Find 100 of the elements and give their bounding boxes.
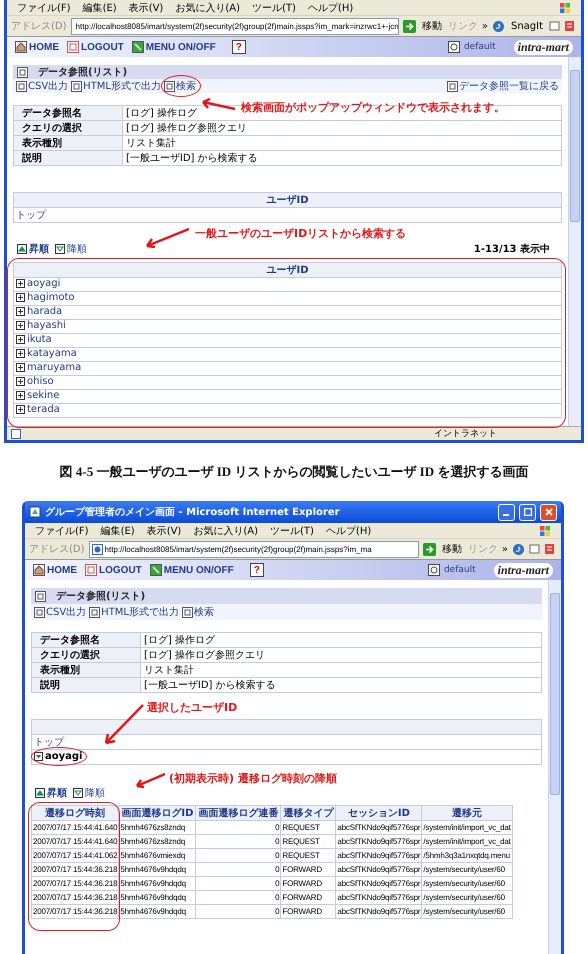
- sort-link[interactable]: 降順: [73, 786, 105, 800]
- user-link[interactable]: maruyama: [16, 362, 82, 373]
- chevron-text[interactable]: »: [502, 544, 508, 554]
- minimize-button[interactable]: [498, 504, 515, 520]
- plus-icon[interactable]: [16, 377, 25, 386]
- nav-link[interactable]: MENU ON/OFF: [132, 41, 216, 53]
- plus-icon[interactable]: [16, 307, 25, 316]
- info-value: [ログ] 操作ログ参照クエリ: [122, 120, 562, 136]
- action-link[interactable]: CSV出力: [34, 605, 86, 619]
- column-header[interactable]: セッションID: [336, 806, 422, 820]
- plus-icon[interactable]: [16, 349, 25, 358]
- plus-icon[interactable]: [16, 391, 25, 400]
- menu-item[interactable]: お気に入り(A): [175, 0, 240, 14]
- document-icon: [89, 606, 100, 618]
- document-icon: [182, 606, 193, 618]
- menu-item[interactable]: 表示(V): [146, 524, 182, 538]
- plus-icon[interactable]: [16, 363, 25, 372]
- column-header[interactable]: 画面遷移ログ連番: [196, 806, 281, 820]
- document-icon: [164, 80, 175, 92]
- action-link[interactable]: 検索: [182, 605, 214, 619]
- help-button[interactable]: ?: [232, 40, 246, 54]
- expanded-icon[interactable]: [34, 752, 43, 760]
- user-link[interactable]: katayama: [16, 348, 77, 359]
- annotation-text: 選択したユーザID: [147, 700, 238, 715]
- nav-link[interactable]: HOME: [33, 564, 77, 576]
- menu-item[interactable]: 表示(V): [128, 0, 164, 14]
- nav-link[interactable]: LOGOUT: [67, 41, 124, 53]
- menu-item[interactable]: ツール(T): [252, 0, 296, 14]
- user-link[interactable]: hayashi: [16, 320, 66, 331]
- sort-link[interactable]: 降順: [55, 242, 87, 256]
- go-arrow-icon[interactable]: [402, 20, 416, 32]
- go-button[interactable]: 移動: [420, 19, 444, 33]
- user-link[interactable]: sekine: [16, 390, 60, 401]
- sort-down-icon: [73, 788, 83, 798]
- tree-link[interactable]: トップ: [16, 208, 46, 222]
- menu-item[interactable]: ファイル(F): [17, 0, 71, 14]
- theme-label: default: [464, 42, 496, 52]
- tree-link[interactable]: トップ: [34, 735, 64, 749]
- scrollbar[interactable]: [568, 57, 581, 426]
- sort-link[interactable]: 昇順: [35, 786, 67, 800]
- toolbar-icons-drawing[interactable]: [529, 543, 557, 555]
- toggle-icon: [150, 564, 162, 576]
- menu-item[interactable]: ツール(T): [270, 524, 314, 538]
- plus-icon[interactable]: [16, 279, 25, 288]
- info-value: [一般ユーザID] から検索する: [122, 150, 562, 166]
- chevron-text[interactable]: »: [482, 20, 488, 32]
- nav-link[interactable]: MENU ON/OFF: [150, 564, 234, 576]
- column-header[interactable]: 遷移タイプ: [280, 806, 336, 820]
- plus-icon[interactable]: [16, 335, 25, 344]
- user-link[interactable]: hagimoto: [16, 292, 74, 303]
- table-cell: 5hmh4676vmiexdq: [118, 848, 196, 862]
- plus-icon[interactable]: [16, 405, 25, 414]
- page-icon: [92, 544, 103, 554]
- plus-icon[interactable]: [16, 293, 25, 302]
- user-link[interactable]: harada: [16, 306, 62, 317]
- user-link[interactable]: aoyagi: [16, 278, 60, 289]
- maximize-button[interactable]: [519, 504, 536, 520]
- table-cell: 5hmh4676v9hdqdq: [118, 890, 196, 904]
- user-link[interactable]: ikuta: [16, 334, 52, 345]
- table-cell: FORWARD: [280, 890, 336, 904]
- info-label: データ参照名: [32, 632, 140, 648]
- table-cell: 0: [196, 820, 281, 834]
- action-link[interactable]: HTML形式で出力: [89, 605, 179, 619]
- plus-icon[interactable]: [16, 321, 25, 330]
- menu-item[interactable]: 編集(E): [100, 524, 135, 538]
- close-button[interactable]: [540, 504, 557, 520]
- close-icon: [544, 508, 552, 516]
- scrollbar[interactable]: [548, 580, 561, 954]
- sort-link[interactable]: 昇順: [17, 242, 49, 256]
- table-cell: 5hmh4676v9hdqdq: [118, 862, 196, 876]
- user-link[interactable]: ohiso: [16, 376, 54, 387]
- address-label: アドレス(D): [29, 543, 85, 556]
- annotation-text: (初期表示時) 遷移ログ時刻の降順: [169, 771, 337, 786]
- menu-item[interactable]: 編集(E): [82, 0, 117, 14]
- figure-caption: 図 4-5 一般ユーザのユーザ ID リストからの閲覧したいユーザ ID を選択する画面: [60, 463, 528, 481]
- menu-item[interactable]: ファイル(F): [35, 524, 89, 538]
- address-field[interactable]: http://localhost8085/imart/system(2f)security(2f)group(2f)main.jssps?im_mark=inzrwc1+-jcn: [70, 18, 399, 34]
- address-field[interactable]: http://localhost8085/imart/system(2f)security(2f)group(2f)main.jssps?im_ma: [88, 540, 419, 558]
- back-link[interactable]: データ参照一覧に戻る: [447, 79, 559, 93]
- help-button[interactable]: ?: [250, 563, 264, 577]
- action-link[interactable]: CSV出力: [16, 79, 68, 93]
- menu-item[interactable]: ヘルプ(H): [326, 524, 372, 538]
- column-header[interactable]: 画面遷移ログID: [118, 806, 196, 820]
- action-link[interactable]: HTML形式で出力: [71, 79, 161, 93]
- column-header[interactable]: 遷移ログ時刻: [32, 806, 119, 820]
- nav-link[interactable]: LOGOUT: [85, 564, 142, 576]
- menu-item[interactable]: お気に入り(A): [193, 524, 258, 538]
- snagit-button[interactable]: SnagIt: [508, 20, 545, 32]
- snagit-icon[interactable]: [512, 542, 525, 556]
- go-arrow-icon[interactable]: [422, 542, 436, 556]
- user-link[interactable]: terada: [16, 404, 60, 415]
- tree-link[interactable]: aoyagi: [34, 750, 82, 762]
- column-header[interactable]: 遷移元: [422, 806, 512, 820]
- action-link[interactable]: 検索: [164, 79, 196, 93]
- menu-item[interactable]: ヘルプ(H): [308, 0, 354, 14]
- go-button[interactable]: 移動: [440, 542, 464, 556]
- nav-link[interactable]: HOME: [15, 41, 59, 53]
- snagit-icon[interactable]: [492, 20, 505, 32]
- toolbar-icons-drawing[interactable]: [549, 20, 577, 32]
- info-label: 表示種別: [32, 662, 140, 678]
